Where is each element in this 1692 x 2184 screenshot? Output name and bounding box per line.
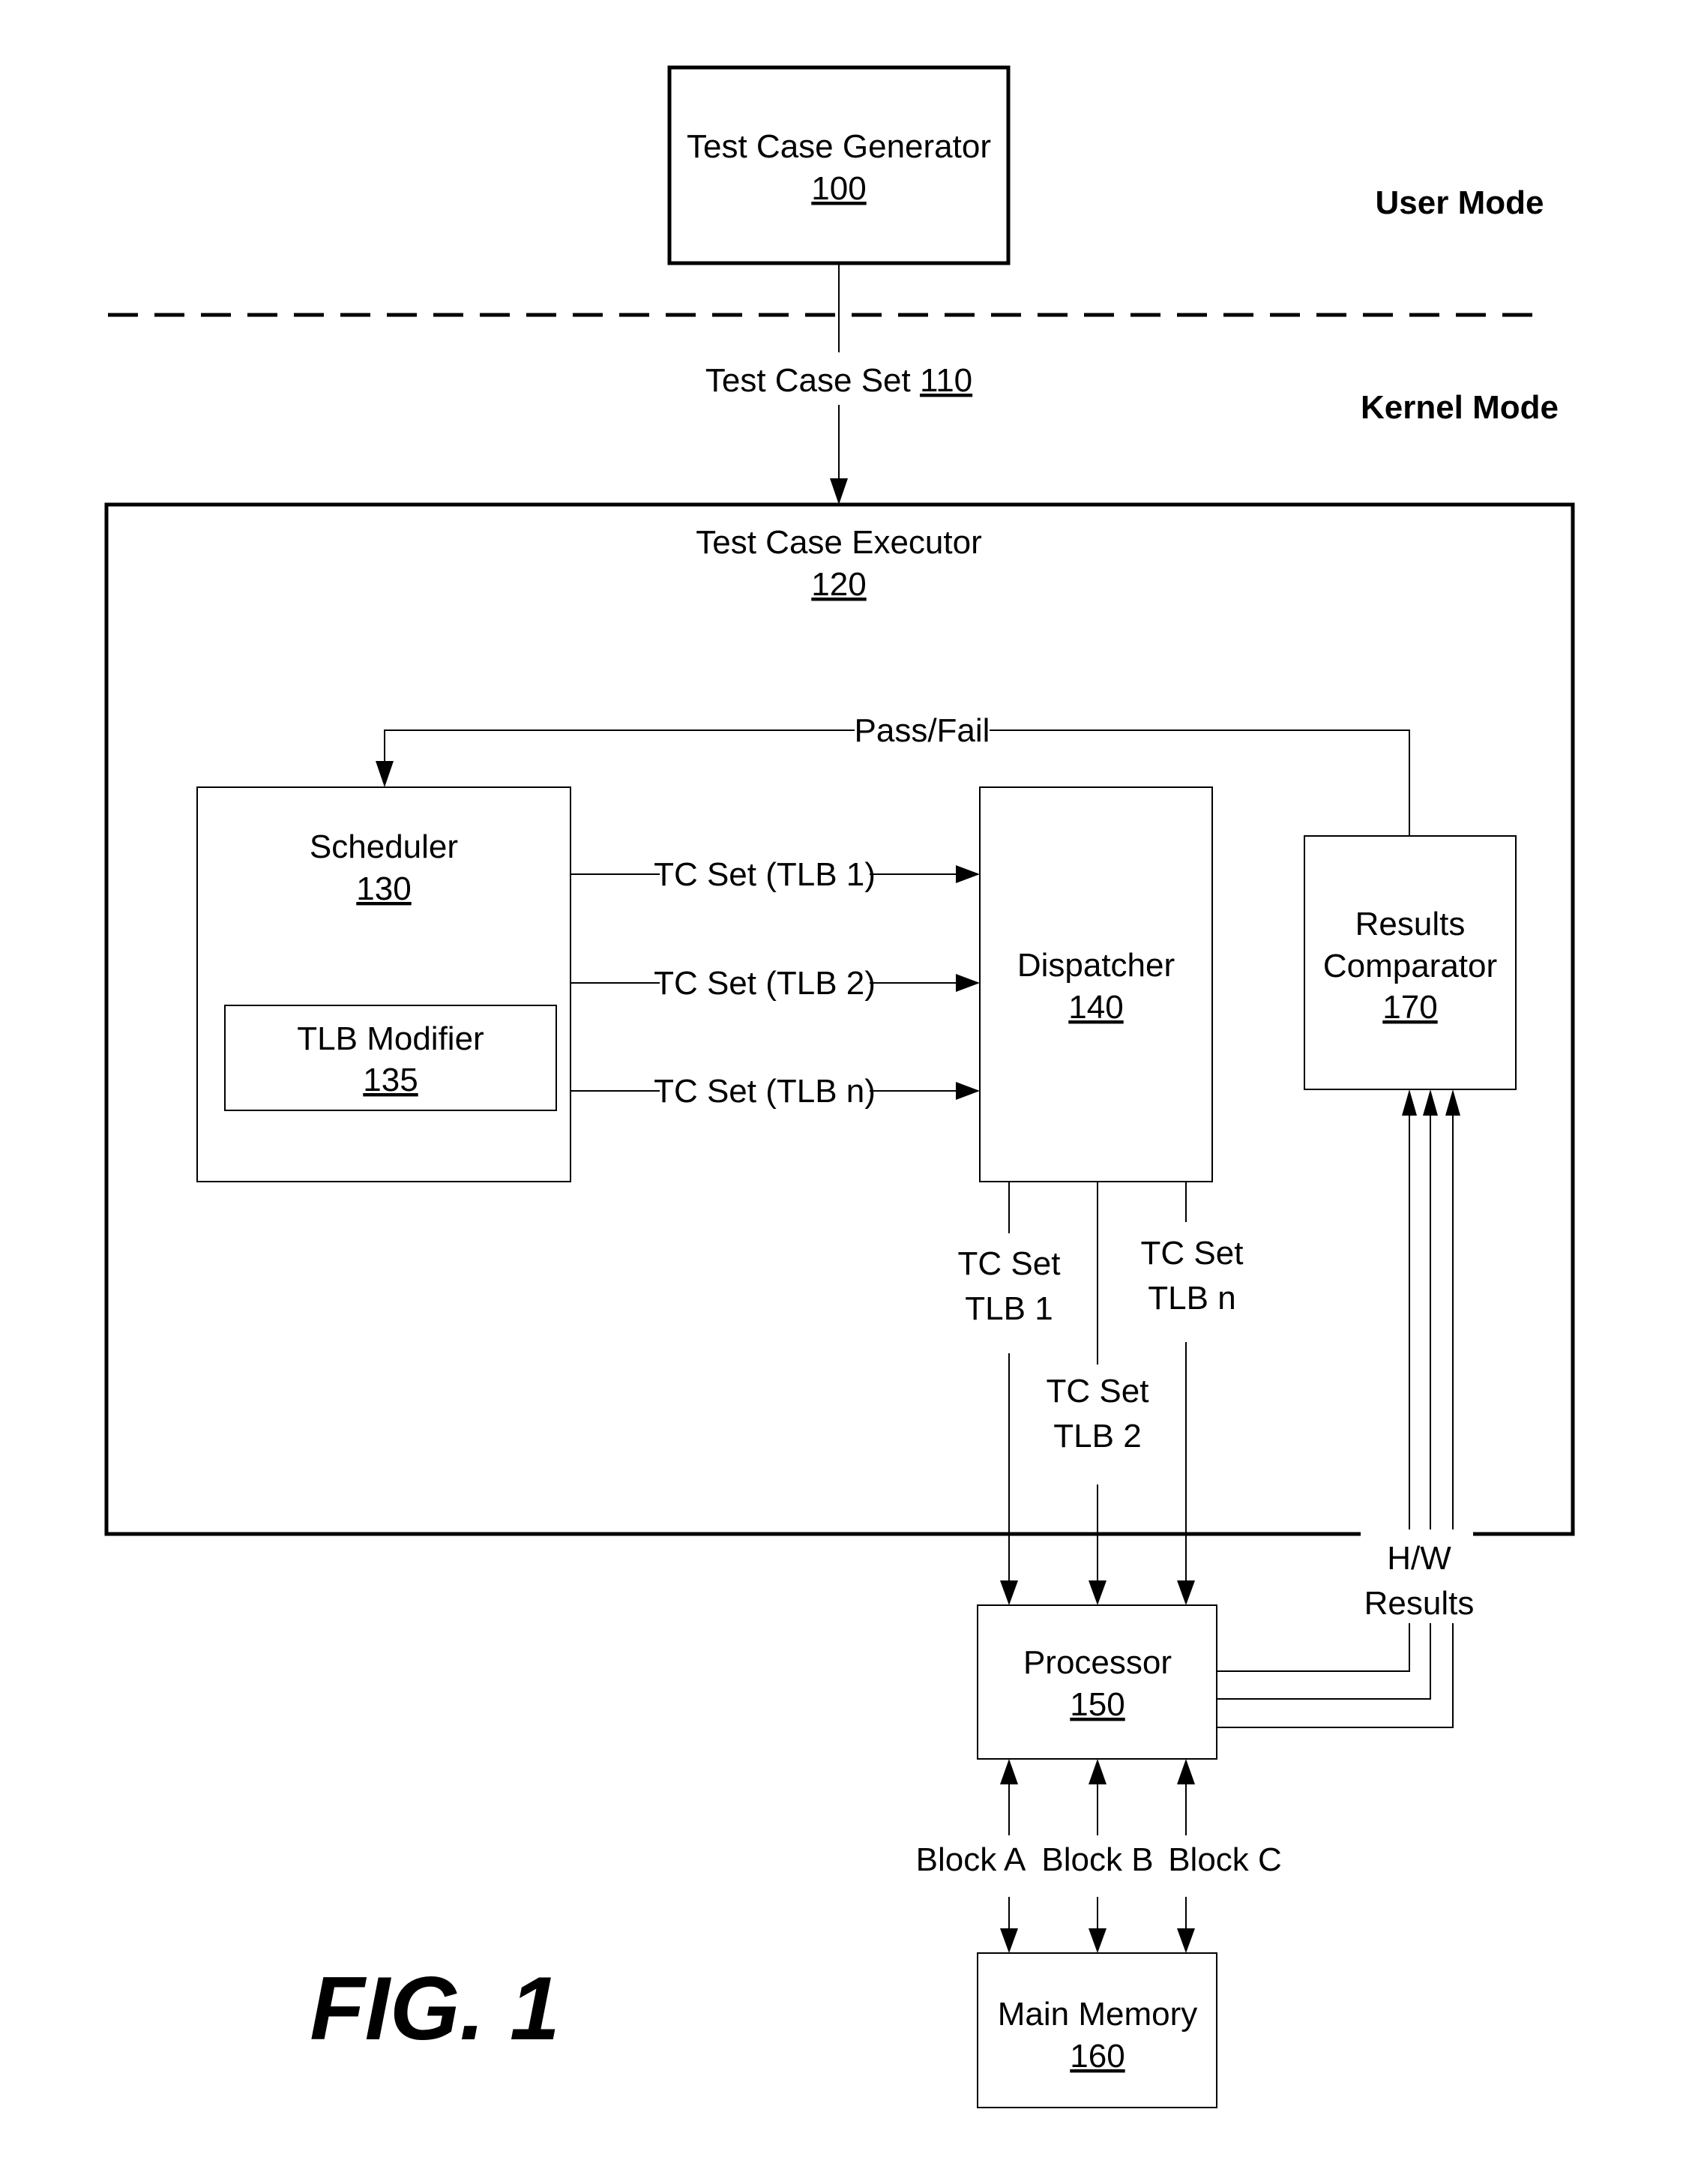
hw-results-label-line1: H/W	[1387, 1540, 1451, 1577]
arrowhead-icon	[956, 974, 980, 992]
border-gap	[1361, 1529, 1473, 1538]
scheduler-node: Scheduler 130	[196, 786, 571, 1182]
hw-results-edge: H/W Results	[1217, 1089, 1475, 1728]
tc-set-tlb-2-label: TC Set (TLB 2)	[654, 965, 876, 1002]
dispatch-tlb-1-edge: TC Set TLB 1	[958, 1182, 1061, 1605]
block-a-label: Block A	[916, 1841, 1026, 1878]
dispatch-tlb-2-edge: TC Set TLB 2	[1047, 1182, 1149, 1605]
dispatch-tlb-2-label-line2: TLB 2	[1053, 1418, 1141, 1455]
processor-ref: 150	[1070, 1686, 1125, 1723]
results-comparator-label-line1: Results	[1355, 906, 1466, 942]
processor-node: Processor 150	[977, 1604, 1217, 1760]
tc-set-tlb-2-edge: TC Set (TLB 2)	[570, 965, 980, 1002]
tc-set-tlb-n-edge: TC Set (TLB n)	[570, 1073, 980, 1110]
tlb-modifier-node: TLB Modifier 135	[224, 1005, 557, 1111]
scheduler-ref: 130	[356, 870, 411, 907]
arrowhead-icon	[956, 865, 980, 883]
arrowhead-icon	[376, 761, 394, 787]
dispatch-tlb-2-label-line1: TC Set	[1047, 1373, 1149, 1410]
processor-label: Processor	[1023, 1644, 1172, 1681]
arrowhead-icon	[1445, 1089, 1460, 1116]
dispatcher-label: Dispatcher	[1017, 947, 1175, 984]
test-case-set-edge: Test Case Set 110	[705, 263, 972, 505]
arrowhead-icon	[1000, 1928, 1018, 1953]
arrowhead-icon	[1089, 1580, 1107, 1605]
tc-set-tlb-1-label: TC Set (TLB 1)	[654, 856, 876, 893]
figure-label: FIG. 1	[310, 1958, 559, 2059]
tc-set-tlb-1-edge: TC Set (TLB 1)	[570, 856, 980, 893]
test-case-set-label: Test Case Set 110	[705, 362, 972, 399]
arrowhead-icon	[1177, 1928, 1195, 1953]
test-case-generator-label: Test Case Generator	[687, 128, 991, 165]
kernel-mode-label: Kernel Mode	[1361, 389, 1559, 426]
scheduler-label: Scheduler	[310, 828, 458, 865]
arrowhead-icon	[1402, 1089, 1417, 1116]
block-a-edge: Block A	[916, 1759, 1026, 1953]
block-c-label: Block C	[1168, 1841, 1282, 1878]
dispatch-tlb-1-label-line2: TLB 1	[965, 1290, 1053, 1327]
block-b-edge: Block B	[1041, 1759, 1154, 1953]
dispatch-tlb-n-label-line1: TC Set	[1141, 1235, 1244, 1272]
main-memory-node: Main Memory 160	[977, 1952, 1217, 2108]
arrowhead-icon	[1000, 1759, 1018, 1784]
patent-figure: .ah { fill:#000; } Test Case Generator 1…	[0, 0, 1692, 2184]
results-comparator-node: Results Comparator 170	[1304, 835, 1517, 1090]
arrowhead-icon	[1089, 1928, 1107, 1953]
arrowhead-icon	[1177, 1580, 1195, 1605]
dispatcher-ref: 140	[1068, 989, 1123, 1026]
tlb-modifier-ref: 135	[363, 1062, 418, 1098]
dispatch-tlb-n-label-line2: TLB n	[1148, 1280, 1235, 1317]
pass-fail-label: Pass/Fail	[855, 712, 990, 749]
hw-results-label-line2: Results	[1364, 1585, 1475, 1622]
test-case-generator-node: Test Case Generator 100	[667, 65, 1011, 265]
diagram-svg: .ah { fill:#000; } Test Case Generator 1…	[104, 65, 1575, 2108]
dispatch-tlb-1-label-line1: TC Set	[958, 1245, 1061, 1282]
test-case-executor-label: Test Case Executor	[696, 524, 982, 561]
test-case-generator-ref: 100	[811, 170, 866, 207]
dispatch-tlb-n-edge: TC Set TLB n	[1141, 1182, 1244, 1605]
dispatcher-node: Dispatcher 140	[979, 786, 1213, 1182]
test-case-executor-ref: 120	[811, 566, 866, 603]
tlb-modifier-label: TLB Modifier	[297, 1020, 484, 1057]
main-memory-ref: 160	[1070, 2038, 1125, 2075]
arrowhead-icon	[1423, 1089, 1438, 1116]
user-mode-label: User Mode	[1376, 184, 1544, 221]
arrowhead-icon	[1177, 1759, 1195, 1784]
arrowhead-icon	[830, 478, 848, 505]
main-memory-label: Main Memory	[998, 1996, 1198, 2033]
arrowhead-icon	[956, 1082, 980, 1100]
results-comparator-ref: 170	[1382, 989, 1437, 1026]
tc-set-tlb-n-label: TC Set (TLB n)	[654, 1073, 876, 1110]
block-b-label: Block B	[1041, 1841, 1153, 1878]
arrowhead-icon	[1000, 1580, 1018, 1605]
arrowhead-icon	[1089, 1759, 1107, 1784]
results-comparator-label-line2: Comparator	[1323, 948, 1497, 984]
block-c-edge: Block C	[1168, 1759, 1282, 1953]
